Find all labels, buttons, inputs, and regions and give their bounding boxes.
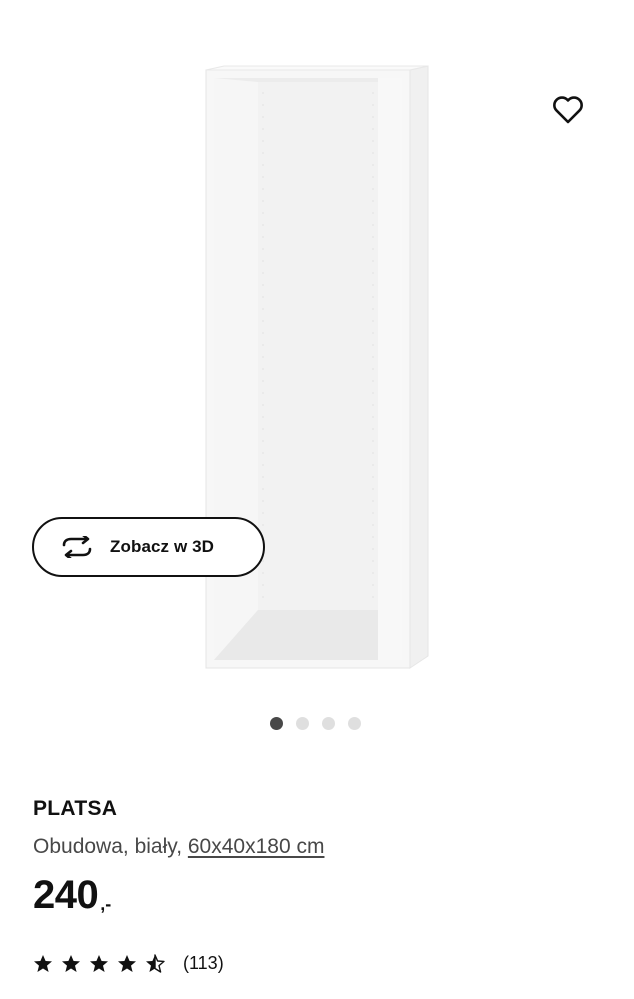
wishlist-button[interactable] xyxy=(546,88,590,132)
product-gallery[interactable]: Zobacz w 3D xyxy=(0,0,634,760)
gallery-pagination xyxy=(270,717,361,730)
star-full-icon xyxy=(62,954,80,972)
view-3d-button[interactable]: Zobacz w 3D xyxy=(32,517,265,577)
price-suffix: ,- xyxy=(100,894,112,914)
product-type: Obudowa, biały, xyxy=(33,835,183,858)
price-integer: 240 xyxy=(33,873,99,917)
rotate-3d-icon xyxy=(60,535,96,559)
gallery-dot-1[interactable] xyxy=(270,717,283,730)
product-page: Zobacz w 3D PLATSA Obudowa, biały, 60x40… xyxy=(0,0,634,999)
rating-count: (113) xyxy=(183,953,224,973)
star-full-icon xyxy=(34,954,52,972)
star-half-icon xyxy=(146,953,165,973)
star-full-icon xyxy=(90,954,108,972)
product-description: Obudowa, biały, 60x40x180 cm xyxy=(33,833,613,861)
star-full-icon xyxy=(118,954,136,972)
gallery-dot-4[interactable] xyxy=(348,717,361,730)
heart-icon xyxy=(553,96,583,124)
rating-stars xyxy=(33,953,165,974)
product-dimensions-link[interactable]: 60x40x180 cm xyxy=(188,835,325,858)
view-3d-label: Zobacz w 3D xyxy=(110,537,215,556)
product-price: 240 ,- xyxy=(33,875,613,915)
product-rating[interactable]: (113) xyxy=(33,953,613,974)
product-image xyxy=(205,65,429,669)
product-name: PLATSA xyxy=(33,797,118,820)
gallery-dot-3[interactable] xyxy=(322,717,335,730)
product-info: PLATSA Obudowa, biały, 60x40x180 cm 240 … xyxy=(33,795,613,974)
gallery-dot-2[interactable] xyxy=(296,717,309,730)
